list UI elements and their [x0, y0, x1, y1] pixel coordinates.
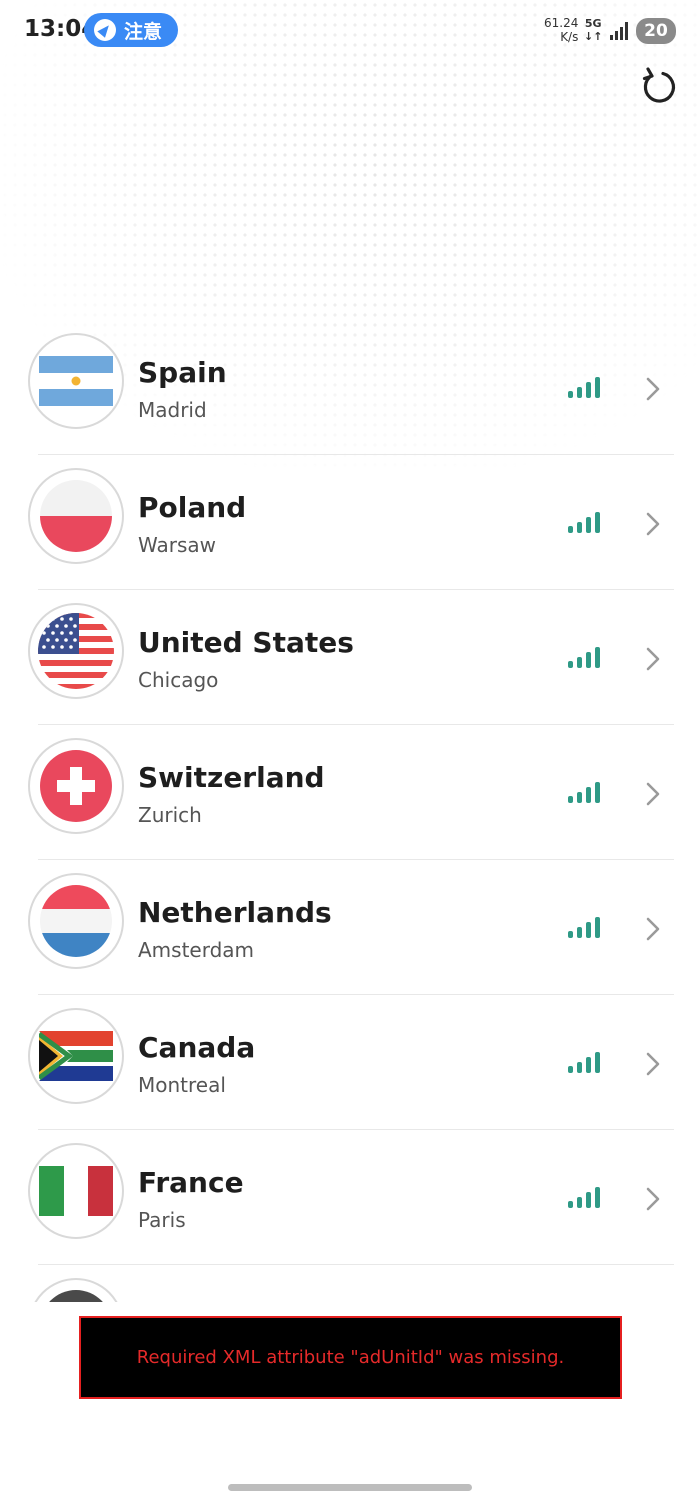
flag-icon — [28, 1008, 124, 1104]
signal-strength-icon — [568, 647, 600, 668]
network-speed-value: 61.24 — [544, 16, 579, 30]
network-speed-unit: K/s — [560, 30, 579, 44]
ad-error-message: Required XML attribute "adUnitId" was mi… — [136, 1347, 565, 1368]
signal-strength-icon — [568, 1187, 600, 1208]
notice-label: 注意 — [124, 20, 163, 43]
signal-strength-icon — [568, 512, 600, 533]
city-name: Paris — [138, 1208, 186, 1232]
signal-strength-icon — [568, 1052, 600, 1073]
city-name: Montreal — [138, 1073, 226, 1097]
city-name: Amsterdam — [138, 938, 255, 962]
country-name: Switzerland — [138, 761, 325, 794]
city-name: Warsaw — [138, 533, 217, 557]
battery-level: 20 — [644, 21, 668, 41]
server-row-netherlands[interactable]: Netherlands Amsterdam — [0, 860, 700, 995]
ad-error-banner: Required XML attribute "adUnitId" was mi… — [79, 1316, 622, 1399]
server-row-poland[interactable]: Poland Warsaw — [0, 455, 700, 590]
flag-icon — [28, 333, 124, 429]
flag-icon — [28, 468, 124, 564]
chevron-right-icon — [646, 377, 660, 401]
server-list: Spain Madrid Poland Warsaw United States… — [0, 320, 700, 1302]
network-type-label: 5G — [584, 17, 602, 30]
signal-strength-icon — [568, 782, 600, 803]
refresh-button[interactable] — [636, 64, 680, 108]
battery-indicator: 20 — [636, 18, 676, 44]
signal-strength-icon — [568, 377, 600, 398]
flag-icon — [28, 603, 124, 699]
notice-pill[interactable]: 注意 — [84, 13, 178, 47]
chevron-right-icon — [646, 1187, 660, 1211]
flag-icon — [28, 1143, 124, 1239]
signal-strength-icon — [568, 917, 600, 938]
server-row-spain[interactable]: Spain Madrid — [0, 320, 700, 455]
server-row-france[interactable]: France Paris — [0, 1130, 700, 1265]
cell-signal-icon — [610, 22, 628, 40]
network-speed: 61.24 K/s — [544, 16, 578, 44]
chevron-right-icon — [646, 512, 660, 536]
country-name: France — [138, 1166, 244, 1199]
country-name: Poland — [138, 491, 247, 524]
flag-icon — [28, 738, 124, 834]
flag-icon — [28, 1278, 124, 1302]
chevron-right-icon — [646, 782, 660, 806]
country-name: Canada — [138, 1031, 256, 1064]
status-bar: 13:04 注意 61.24 K/s 5G ↓↑ 20 — [0, 0, 700, 64]
compass-icon — [94, 19, 116, 41]
country-name: Netherlands — [138, 896, 332, 929]
server-row-united-states[interactable]: United States Chicago — [0, 590, 700, 725]
network-type: 5G ↓↑ — [584, 17, 602, 43]
chevron-right-icon — [646, 647, 660, 671]
country-name: Spain — [138, 356, 227, 389]
home-indicator[interactable] — [228, 1484, 472, 1491]
city-name: Chicago — [138, 668, 219, 692]
flag-icon — [28, 873, 124, 969]
chevron-right-icon — [646, 917, 660, 941]
data-arrows-icon: ↓↑ — [584, 30, 603, 43]
city-name: Zurich — [138, 803, 202, 827]
server-row-partial[interactable] — [0, 1265, 700, 1302]
country-name: United States — [138, 626, 354, 659]
chevron-right-icon — [646, 1052, 660, 1076]
refresh-icon — [642, 67, 676, 103]
server-row-switzerland[interactable]: Switzerland Zurich — [0, 725, 700, 860]
server-row-canada[interactable]: Canada Montreal — [0, 995, 700, 1130]
city-name: Madrid — [138, 398, 207, 422]
